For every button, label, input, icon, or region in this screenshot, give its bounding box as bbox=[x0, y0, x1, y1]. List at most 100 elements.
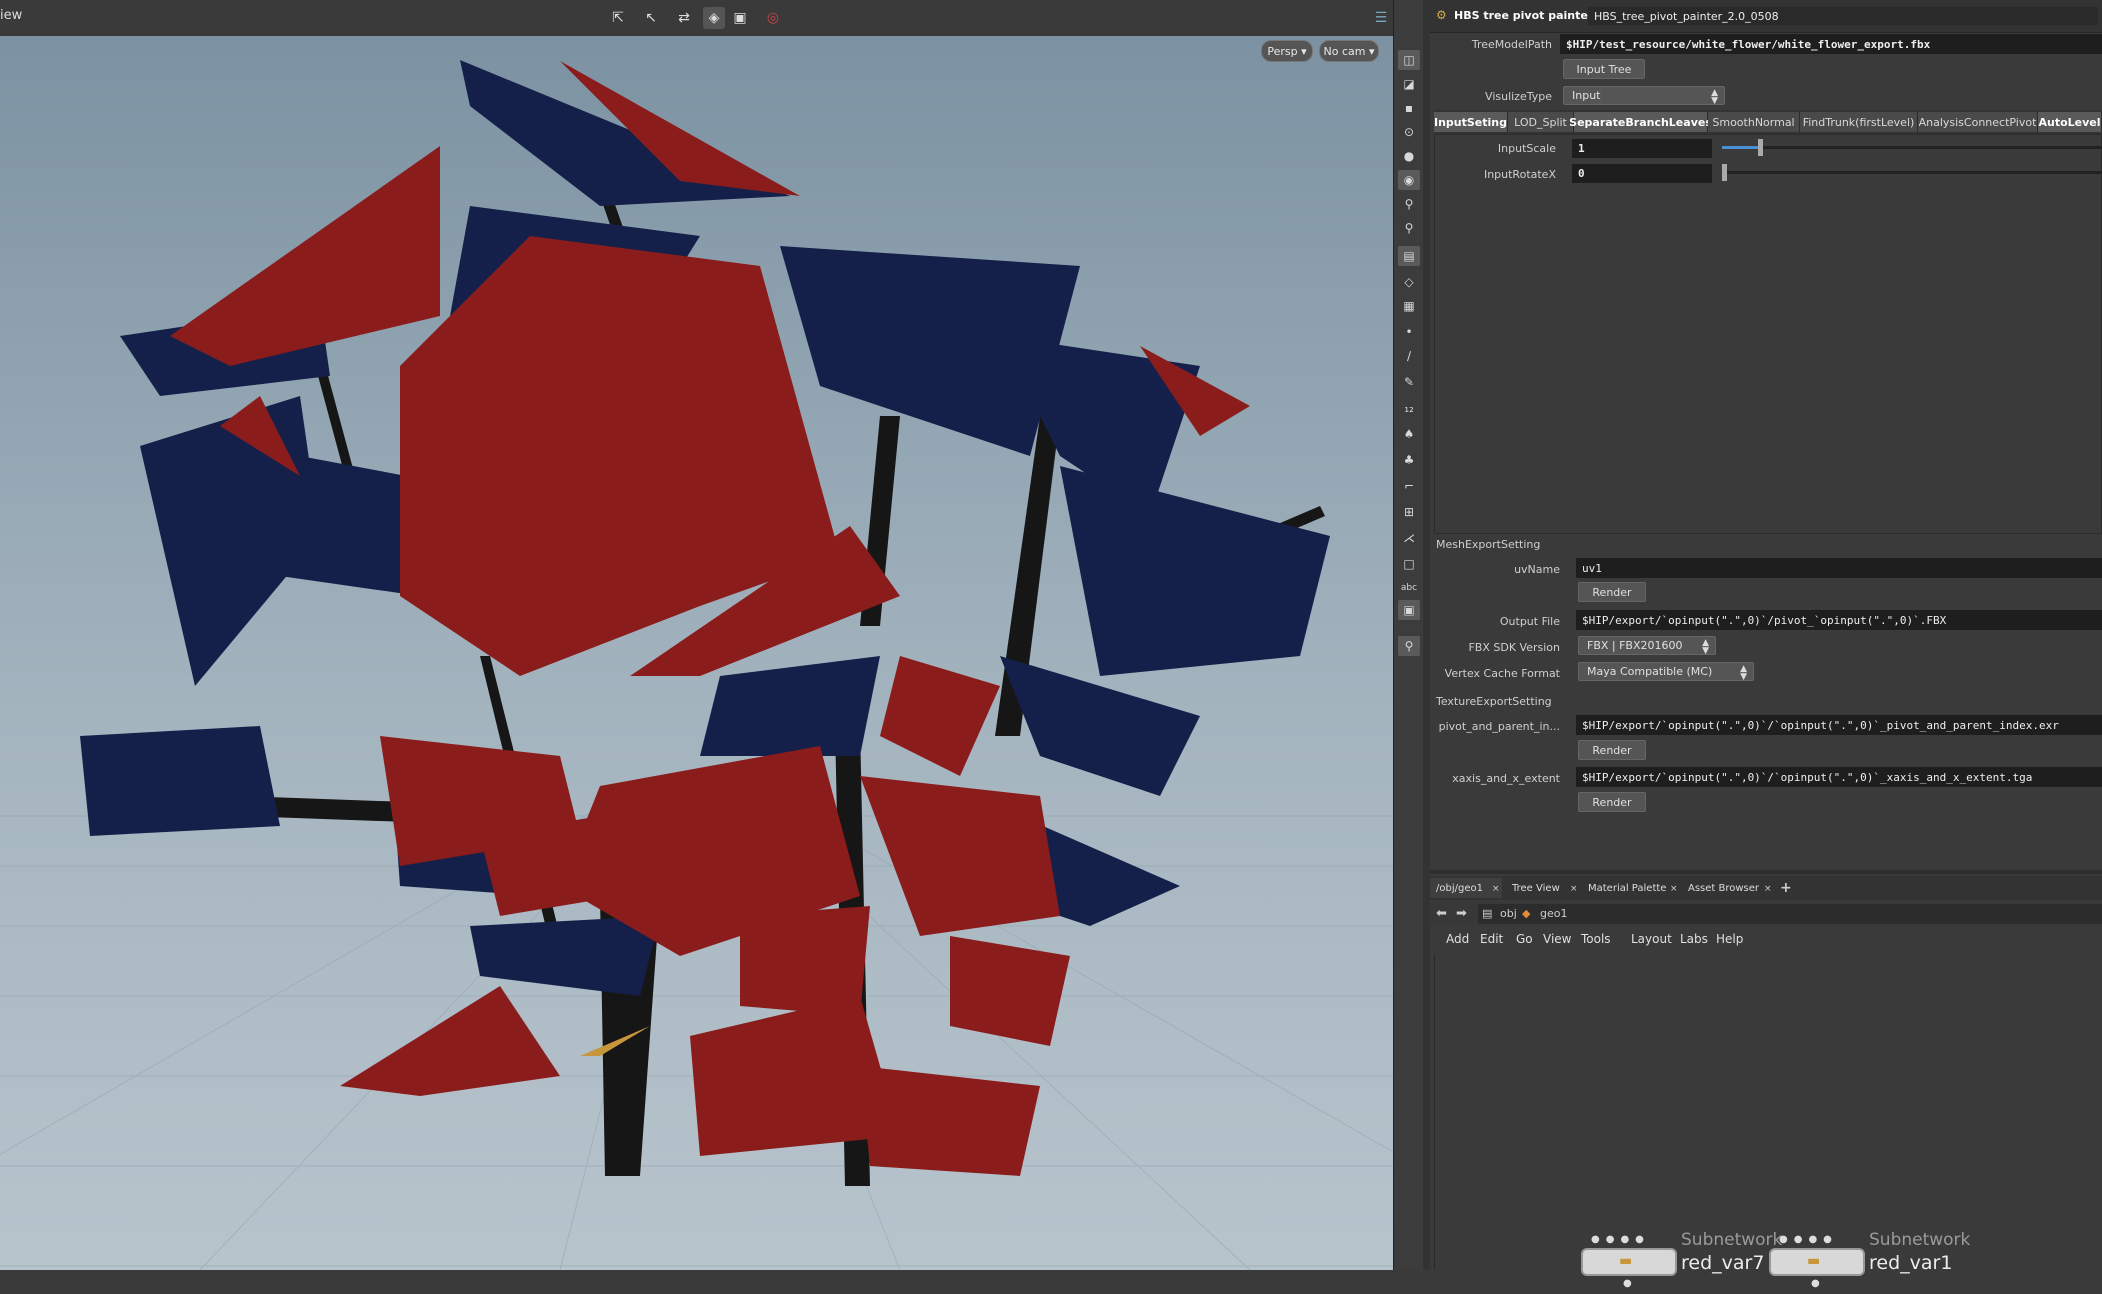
shading-icon[interactable]: ▤ bbox=[1398, 246, 1420, 266]
back-arrow-icon[interactable]: ⬅ bbox=[1436, 906, 1447, 921]
point-icon[interactable]: • bbox=[1398, 322, 1420, 342]
tab-separate-branch-leaves[interactable]: SeparateBranchLeaves bbox=[1569, 112, 1712, 132]
transform-icon[interactable]: ↖ bbox=[640, 7, 662, 29]
pin-icon[interactable]: ⊙ bbox=[1398, 122, 1420, 142]
corner-icon[interactable]: ⌐ bbox=[1398, 476, 1420, 496]
pen-icon[interactable]: ✎ bbox=[1398, 372, 1420, 392]
fbx-sdk-select[interactable]: FBX | FBX201600 ▲ ▼ bbox=[1578, 636, 1716, 656]
menu-labs[interactable]: Labs bbox=[1680, 932, 1708, 946]
close-icon[interactable]: × bbox=[1670, 884, 1678, 894]
view-icon[interactable]: ◫ bbox=[1398, 50, 1420, 70]
pane-divider[interactable] bbox=[1423, 0, 1430, 1270]
node-red-var1[interactable]: ●●●● ▬ ● bbox=[1769, 1234, 1869, 1294]
number-icon[interactable]: ₁₂ bbox=[1398, 398, 1420, 418]
tab-smooth-normal[interactable]: SmoothNormal bbox=[1708, 112, 1800, 132]
scene-3d-view[interactable] bbox=[0, 36, 1393, 1270]
record-icon[interactable]: ◎ bbox=[762, 7, 784, 29]
locator-icon[interactable]: ⚲ bbox=[1398, 218, 1420, 238]
sphere-icon[interactable]: ● bbox=[1398, 146, 1420, 166]
tab-auto-level[interactable]: AutoLevel bbox=[2038, 112, 2102, 132]
texture-icon[interactable]: ▦ bbox=[1398, 296, 1420, 316]
path-obj[interactable]: obj bbox=[1500, 907, 1517, 920]
tab-obj-geo1-label: /obj/geo1 bbox=[1436, 882, 1483, 894]
pivot-render-button[interactable]: Render bbox=[1578, 740, 1646, 760]
node-name-field[interactable]: HBS_tree_pivot_painter_2.0_0508 bbox=[1588, 7, 2098, 25]
input-scale-slider[interactable] bbox=[1722, 139, 2102, 156]
mesh-render-button[interactable]: Render bbox=[1578, 582, 1646, 602]
scene-viewport[interactable]: iew ⇱ ↖ ⇄ ◈ ▣ ◎ ☰ Persp ▾ No cam ▾ bbox=[0, 0, 1393, 1270]
image-icon[interactable]: ▣ bbox=[1398, 600, 1420, 620]
add-tab-icon[interactable]: + bbox=[1780, 880, 1792, 896]
input-rotate-slider-handle[interactable] bbox=[1722, 164, 1727, 181]
forward-arrow-icon[interactable]: ➡ bbox=[1456, 906, 1467, 921]
grid-snap-icon[interactable]: ⊞ bbox=[1398, 502, 1420, 522]
xaxis-render-button[interactable]: Render bbox=[1578, 792, 1646, 812]
xaxis-extent-label: xaxis_and_x_extent bbox=[1452, 772, 1560, 785]
menu-go[interactable]: Go bbox=[1516, 932, 1533, 946]
menu-help[interactable]: Help bbox=[1716, 932, 1743, 946]
select-icon[interactable]: ⇱ bbox=[607, 7, 629, 29]
node-red-var7[interactable]: ●●●● ▬ ● bbox=[1581, 1234, 1681, 1294]
input-scale-slider-fill bbox=[1722, 146, 1760, 149]
tab-analysis-connect-pivot[interactable]: AnalysisConnectPivot bbox=[1918, 112, 2038, 132]
input-rotate-slider[interactable] bbox=[1722, 164, 2102, 181]
bucket-icon[interactable]: ♣ bbox=[1398, 450, 1420, 470]
marker-icon[interactable]: ⚲ bbox=[1398, 194, 1420, 214]
output-file-field[interactable]: $HIP/export/`opinput(".",0)`/pivot_`opin… bbox=[1576, 610, 2102, 630]
pin-toggle-icon[interactable]: ⚲ bbox=[1398, 636, 1420, 656]
handle-icon[interactable]: ⇄ bbox=[673, 7, 695, 29]
pivot-parent-field[interactable]: $HIP/export/`opinput(".",0)`/`opinput(".… bbox=[1576, 715, 2102, 735]
input-scale-field[interactable]: 1 bbox=[1572, 139, 1712, 158]
paint-icon[interactable]: ♠ bbox=[1398, 424, 1420, 444]
param-tabs: InputSeting LOD_Split SeparateBranchLeav… bbox=[1434, 110, 2102, 134]
node-body[interactable]: ▬ bbox=[1769, 1248, 1865, 1276]
node-body[interactable]: ▬ bbox=[1581, 1248, 1677, 1276]
camera-icon[interactable]: ◪ bbox=[1398, 74, 1420, 94]
subnet-icon: ▬ bbox=[1619, 1253, 1633, 1269]
lock-icon[interactable]: ▪ bbox=[1398, 98, 1420, 118]
xaxis-extent-field[interactable]: $HIP/export/`opinput(".",0)`/`opinput(".… bbox=[1576, 767, 2102, 787]
tab-lod-split[interactable]: LOD_Split bbox=[1508, 112, 1574, 132]
display-icon[interactable]: ▣ bbox=[729, 7, 751, 29]
path-geo1[interactable]: geo1 bbox=[1540, 907, 1567, 920]
close-icon[interactable]: × bbox=[1764, 884, 1772, 894]
axis-icon[interactable]: ⋌ bbox=[1398, 528, 1420, 548]
vertex-cache-select[interactable]: Maya Compatible (MC) ▲ ▼ bbox=[1578, 662, 1754, 682]
close-icon[interactable]: × bbox=[1492, 884, 1500, 894]
input-tree-button[interactable]: Input Tree bbox=[1563, 59, 1645, 79]
fbx-sdk-value: FBX | FBX201600 bbox=[1587, 639, 1683, 652]
menu-tools[interactable]: Tools bbox=[1581, 932, 1611, 946]
light-icon[interactable]: ◉ bbox=[1398, 170, 1420, 190]
node-output: ● bbox=[1811, 1278, 1820, 1289]
node-inputs: ●●●● bbox=[1779, 1234, 1838, 1245]
wireframe-icon[interactable]: ◇ bbox=[1398, 272, 1420, 292]
network-canvas[interactable]: ●●●● ▬ ● Subnetwork red_var7 ●●●● ▬ ● Su… bbox=[1434, 954, 2102, 1289]
input-rotate-field[interactable]: 0 bbox=[1572, 164, 1712, 183]
menu-view[interactable]: View bbox=[1543, 932, 1571, 946]
node-name-label: red_var7 bbox=[1681, 1252, 1765, 1274]
camera-menu[interactable]: No cam ▾ bbox=[1319, 40, 1379, 62]
network-tabs: /obj/geo1 × Tree View × Material Palette… bbox=[1430, 876, 2102, 900]
menu-add[interactable]: Add bbox=[1446, 932, 1469, 946]
menu-edit[interactable]: Edit bbox=[1480, 932, 1503, 946]
tab-input-seting[interactable]: InputSeting bbox=[1434, 112, 1508, 132]
brush-icon[interactable]: ∕ bbox=[1398, 346, 1420, 366]
menu-layout[interactable]: Layout bbox=[1631, 932, 1672, 946]
visualize-type-select[interactable]: Input ▲ ▼ bbox=[1563, 86, 1725, 106]
tab-material-palette[interactable]: Material Palette bbox=[1582, 878, 1680, 898]
viewport-tab-label[interactable]: iew bbox=[0, 8, 22, 23]
snap-icon[interactable]: ◈ bbox=[703, 7, 725, 29]
dropdown-arrow-icon: ▲ ▼ bbox=[1702, 638, 1709, 656]
pane-splitter[interactable] bbox=[1430, 870, 2102, 874]
uv-name-field[interactable]: uv1 bbox=[1576, 558, 2102, 578]
viewport-options-icon[interactable]: ☰ bbox=[1370, 7, 1392, 29]
input-scale-slider-handle[interactable] bbox=[1758, 139, 1763, 156]
tab-find-trunk[interactable]: FindTrunk(firstLevel) bbox=[1800, 112, 1918, 132]
tab-asset-browser[interactable]: Asset Browser bbox=[1682, 878, 1770, 898]
text-icon[interactable]: abc bbox=[1398, 578, 1420, 598]
close-icon[interactable]: × bbox=[1570, 884, 1578, 894]
tree-model-path-field[interactable]: $HIP/test_resource/white_flower/white_fl… bbox=[1560, 34, 2102, 54]
node-inputs: ●●●● bbox=[1591, 1234, 1650, 1245]
persp-menu[interactable]: Persp ▾ bbox=[1261, 40, 1313, 62]
square-icon[interactable]: □ bbox=[1398, 554, 1420, 574]
